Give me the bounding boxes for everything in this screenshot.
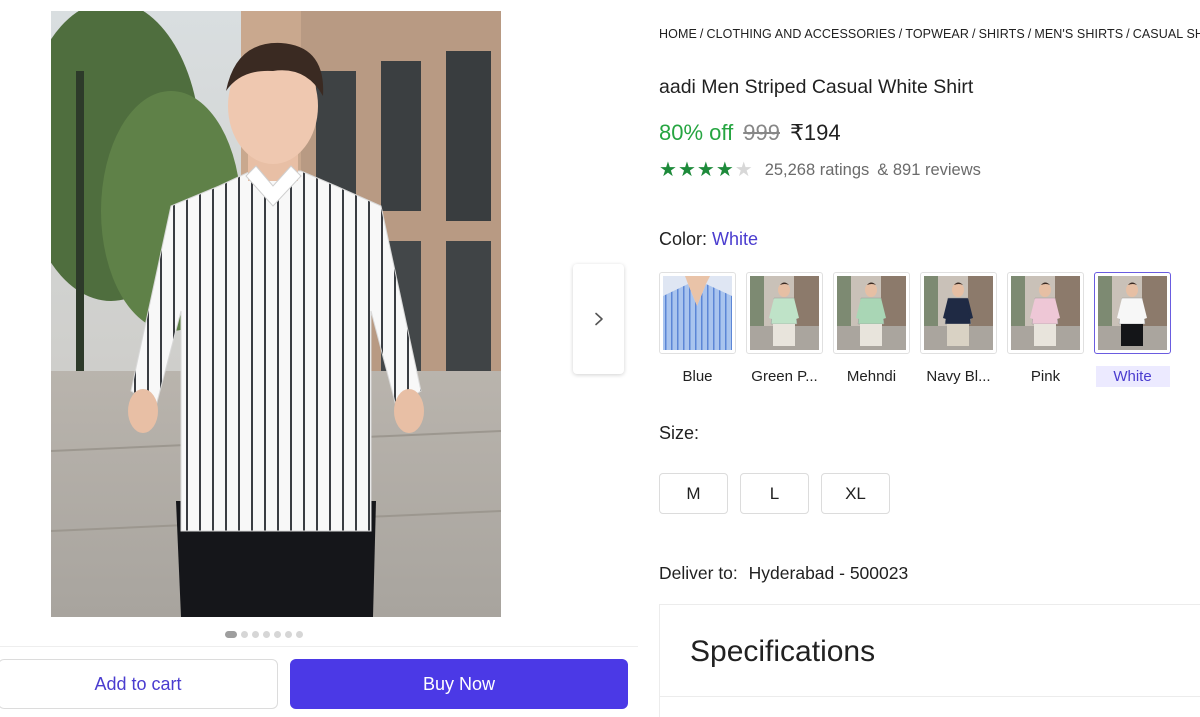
swatch-label: Navy Bl... bbox=[926, 368, 991, 385]
carousel-dot[interactable] bbox=[252, 631, 259, 638]
breadcrumb-item-casual-shirts[interactable]: CASUAL SH bbox=[1133, 27, 1200, 41]
color-swatch[interactable]: Navy Bl... bbox=[920, 272, 997, 387]
color-label-text: Color: bbox=[659, 229, 708, 249]
carousel-dot[interactable] bbox=[285, 631, 292, 638]
swatch-label: Pink bbox=[1030, 368, 1061, 385]
chevron-right-icon bbox=[594, 312, 603, 326]
color-label: Color: White bbox=[659, 229, 758, 250]
ratings-count: 25,268 ratings bbox=[764, 160, 870, 179]
breadcrumb-item-topwear[interactable]: TOPWEAR bbox=[905, 27, 969, 41]
swatch-image bbox=[924, 276, 993, 350]
star-icon: ★ bbox=[696, 159, 715, 181]
original-price: 999 bbox=[743, 120, 780, 145]
star-icon: ★ bbox=[734, 159, 753, 181]
star-rating: ★ ★ ★ ★ ★ bbox=[659, 160, 753, 180]
star-icon: ★ bbox=[677, 159, 696, 181]
color-swatch[interactable]: Blue bbox=[659, 272, 736, 387]
selected-color: White bbox=[712, 229, 759, 249]
swatch-image bbox=[663, 276, 732, 350]
size-label: Size: bbox=[659, 423, 700, 443]
size-option-m[interactable]: M bbox=[659, 473, 728, 514]
product-photo bbox=[51, 11, 501, 617]
delivery-location[interactable]: Deliver to: Hyderabad - 500023 bbox=[659, 563, 908, 584]
breadcrumb-item-mens-shirts[interactable]: MEN'S SHIRTS bbox=[1034, 27, 1123, 41]
reviews-count: & 891 reviews bbox=[877, 160, 981, 179]
color-swatch[interactable]: Pink bbox=[1007, 272, 1084, 387]
size-option-l[interactable]: L bbox=[740, 473, 809, 514]
carousel-dots bbox=[225, 631, 303, 638]
selling-price: ₹194 bbox=[789, 120, 841, 145]
carousel-dot[interactable] bbox=[274, 631, 281, 638]
swatch-label: Green P... bbox=[751, 368, 818, 385]
carousel-dot[interactable] bbox=[296, 631, 303, 638]
swatch-thumbnail[interactable] bbox=[1094, 272, 1171, 354]
size-options: M L XL bbox=[659, 473, 890, 514]
section-divider bbox=[660, 696, 1200, 697]
carousel-dot[interactable] bbox=[225, 631, 237, 638]
size-option-xl[interactable]: XL bbox=[821, 473, 890, 514]
price-row: 80% off 999 ₹194 bbox=[659, 120, 841, 146]
breadcrumb-item-clothing[interactable]: CLOTHING AND ACCESSORIES bbox=[706, 27, 895, 41]
breadcrumb-item-home[interactable]: HOME bbox=[659, 27, 697, 41]
swatch-thumbnail[interactable] bbox=[833, 272, 910, 354]
next-image-button[interactable] bbox=[573, 264, 624, 374]
product-main-image[interactable] bbox=[51, 11, 501, 617]
add-to-cart-button[interactable]: Add to cart bbox=[0, 659, 278, 709]
star-icon: ★ bbox=[715, 159, 734, 181]
swatch-label: Mehndi bbox=[846, 368, 897, 385]
delivery-pincode: Hyderabad - 500023 bbox=[748, 563, 909, 583]
purchase-action-bar: Add to cart Buy Now bbox=[0, 646, 638, 717]
swatch-image bbox=[1011, 276, 1080, 350]
buy-now-button[interactable]: Buy Now bbox=[290, 659, 628, 709]
star-icon: ★ bbox=[659, 159, 677, 181]
specifications-heading: Specifications bbox=[690, 635, 876, 668]
breadcrumb: HOME / CLOTHING AND ACCESSORIES / TOPWEAR / SH… bbox=[659, 27, 1200, 41]
swatch-thumbnail[interactable] bbox=[746, 272, 823, 354]
carousel-dot[interactable] bbox=[263, 631, 270, 638]
breadcrumb-item-shirts[interactable]: SHIRTS bbox=[979, 27, 1025, 41]
color-swatches: Blue Green P... Mehndi Navy Bl... Pink White bbox=[659, 272, 1171, 387]
swatch-thumbnail[interactable] bbox=[920, 272, 997, 354]
product-title: aadi Men Striped Casual White Shirt bbox=[659, 76, 974, 98]
carousel-dot[interactable] bbox=[241, 631, 248, 638]
discount-percent: 80% off bbox=[659, 120, 734, 145]
swatch-thumbnail[interactable] bbox=[659, 272, 736, 354]
rating-summary[interactable]: ★ ★ ★ ★ ★ 25,268 ratings & 891 reviews bbox=[659, 160, 981, 180]
swatch-label: White bbox=[1095, 366, 1170, 387]
swatch-image bbox=[837, 276, 906, 350]
swatch-image bbox=[1098, 276, 1167, 350]
product-details-panel: HOME / CLOTHING AND ACCESSORIES / TOPWEAR / SH… bbox=[659, 0, 1200, 717]
swatch-image bbox=[750, 276, 819, 350]
swatch-thumbnail[interactable] bbox=[1007, 272, 1084, 354]
specifications-section[interactable]: Specifications bbox=[659, 604, 1200, 717]
swatch-label: Blue bbox=[682, 368, 713, 385]
deliver-to-label: Deliver to: bbox=[659, 563, 738, 583]
color-swatch[interactable]: Mehndi bbox=[833, 272, 910, 387]
color-swatch[interactable]: White bbox=[1094, 272, 1171, 387]
color-swatch[interactable]: Green P... bbox=[746, 272, 823, 387]
